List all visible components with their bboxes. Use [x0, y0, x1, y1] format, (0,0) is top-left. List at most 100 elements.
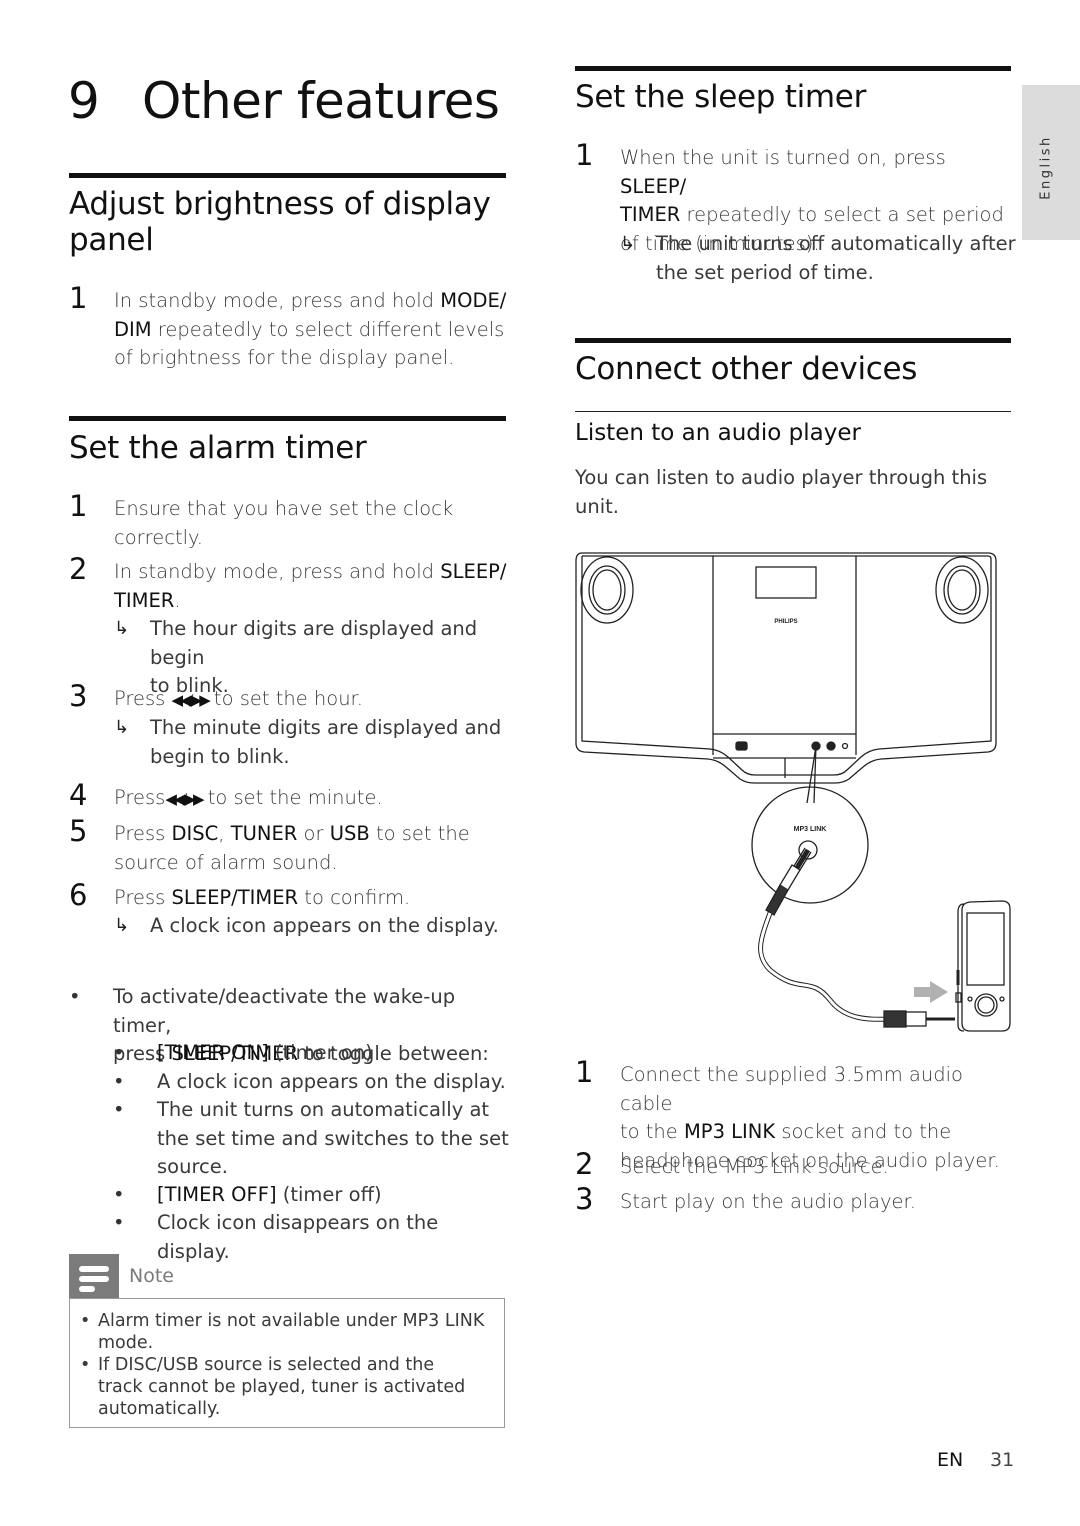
connect-step-2: 2 Select the MP3 Link source. [575, 1147, 1015, 1183]
bullet-icon: • [113, 1041, 125, 1064]
step-result: ↳ The minute digits are displayed and be… [114, 714, 514, 772]
bullet-line: the set time and switches to the set [157, 1126, 509, 1150]
bullet-text: A clock icon appears on the display. [157, 1070, 506, 1093]
result-arrow-icon: ↳ [620, 233, 636, 254]
step-number: 4 [69, 778, 88, 812]
intro-line: You can listen to audio player through t… [575, 466, 988, 489]
step-number: 2 [69, 552, 88, 586]
note-icon [69, 1254, 119, 1298]
step-number: 3 [575, 1182, 594, 1216]
speaker-unit-body [575, 552, 997, 784]
bullet-line: To activate/deactivate the wake-up timer… [113, 985, 456, 1037]
step-number: 1 [69, 281, 88, 315]
step-number: 1 [575, 1055, 594, 1089]
bullet-icon: • [80, 1311, 91, 1331]
step-text: In standby mode, press and hold MODE/ DI… [114, 287, 509, 373]
step-number: 5 [69, 814, 88, 848]
alarm-step-1: 1 Ensure that you have set the clock cor… [69, 489, 509, 555]
footer-language: EN [937, 1449, 964, 1471]
result-arrow-icon: ↳ [114, 717, 130, 738]
section-divider [69, 416, 506, 421]
alarm-step-2: 2 In standby mode, press and hold SLEEP/… [69, 552, 509, 697]
step-number: 6 [69, 878, 88, 912]
step-number: 1 [69, 489, 88, 523]
alarm-step-3: 3 Press ◀◀/▶▶ to set the hour. ↳ The min… [69, 679, 509, 775]
bullet-text: Clock icon disappears on the display. [157, 1211, 439, 1263]
note-line: If DISC/USB source is selected and the [98, 1355, 435, 1375]
note-box: • Alarm timer is not available under MP3… [69, 1298, 505, 1428]
sleep-step-1: 1 When the unit is turned on, press SLEE… [575, 138, 1016, 289]
bullet-line: source. [157, 1155, 228, 1178]
step-text-part: Press [114, 822, 172, 845]
step-text-part: or [297, 822, 330, 845]
step-text-part: repeatedly to select different levels of… [114, 317, 505, 370]
step-text-part: repeatedly to select a set period [680, 203, 1004, 226]
result-line: The hour digits are displayed and begin [150, 617, 478, 669]
bullet-text-part: (timer off) [276, 1183, 382, 1206]
page-number: 31 [990, 1449, 1015, 1471]
chapter-title-text: Other features [142, 72, 500, 130]
connect-heading: Connect other devices [575, 351, 918, 387]
alarm-step-4: 4 Press◀◀/▶▶ to set the minute. [69, 778, 509, 814]
note-line: track cannot be played, tuner is activat… [98, 1377, 466, 1397]
socket-label: MP3 LINK [794, 826, 827, 833]
step-text: Select the MP3 Link source. [620, 1155, 889, 1178]
result-arrow-icon: ↳ [114, 618, 130, 639]
step-text-part: to set the [369, 822, 470, 845]
connect-intro: You can listen to audio player through t… [575, 464, 1005, 521]
intro-line: unit. [575, 494, 619, 518]
rewind-forward-icon: ◀◀/▶▶ [171, 691, 211, 709]
socket-name-mp3-link: MP3 LINK [683, 1120, 776, 1143]
note-line: mode. [98, 1333, 154, 1353]
audio-player-device [961, 900, 1011, 1032]
bullet-icon: • [113, 1098, 125, 1121]
brightness-heading: Adjust brightness of display panel [69, 186, 491, 258]
subsection-divider [575, 411, 1011, 412]
audio-player-subheading: Listen to an audio player [575, 420, 861, 446]
result-line: begin to blink. [150, 744, 290, 768]
display-window [755, 566, 817, 599]
step-number: 2 [575, 1147, 594, 1181]
display-text-timer-on: [TIMER ON] [157, 1041, 269, 1064]
step-text-part: Press [114, 786, 166, 809]
player-screen [966, 912, 1005, 986]
toggle-sub-item: • Clock icon disappears on the display. [113, 1209, 513, 1263]
step-text-part: to set the hour. [207, 687, 363, 710]
step-text: Press ◀◀/▶▶ to set the hour. [114, 685, 363, 715]
button-name-tuner: TUNER [230, 822, 298, 845]
result-line: The minute digits are displayed and [150, 716, 502, 739]
button-name: TIMER [620, 203, 681, 226]
step-text-part: In standby mode, press and hold [114, 560, 441, 583]
button-name-sleep-timer: SLEEP/TIMER [171, 886, 299, 909]
bullet-icon: • [80, 1355, 91, 1375]
brand-logo: PHILIPS [774, 619, 797, 625]
step-number: 3 [69, 679, 88, 713]
connect-step-3: 3 Start play on the audio player. [575, 1182, 1015, 1218]
section-divider [575, 338, 1011, 343]
bullet-text-part: (timer on) [268, 1041, 373, 1064]
step-text: Press◀◀/▶▶ to set the minute. [114, 784, 383, 814]
step-text: Press DISC, TUNER or USB to set the sour… [114, 820, 470, 877]
button-name-usb: USB [329, 822, 370, 845]
display-text-timer-off: [TIMER OFF] [157, 1183, 277, 1206]
bullet-text: The unit turns on automatically at the s… [157, 1096, 509, 1182]
toggle-sub-item: • [TIMER ON] (timer on) [113, 1039, 513, 1069]
alarm-heading: Set the alarm timer [69, 430, 367, 466]
note-line: Alarm timer is not available under MP3 L… [98, 1311, 485, 1331]
alarm-step-5: 5 Press DISC, TUNER or USB to set the so… [69, 814, 509, 878]
section-divider [575, 66, 1011, 71]
bullet-icon: • [69, 985, 81, 1008]
step-text-part: socket and to the [775, 1120, 952, 1143]
step-text-part: to set the minute. [201, 786, 383, 809]
step-text-part: Press [114, 886, 172, 909]
step-result: ↳ The unit turns off automatically after… [620, 230, 1020, 288]
note-label: Note [129, 1265, 174, 1287]
bullet-icon: • [113, 1211, 125, 1234]
note-line: automatically. [98, 1399, 221, 1419]
step-text: Start play on the audio player. [620, 1190, 916, 1213]
step-text-part: to the [620, 1120, 684, 1143]
toggle-sub-item: • [TIMER OFF] (timer off) [113, 1181, 513, 1211]
step-text: Ensure that you have set the clock corre… [114, 495, 453, 552]
toggle-sub-item: • The unit turns on automatically at the… [113, 1096, 513, 1182]
result-arrow-icon: ↳ [114, 915, 130, 936]
